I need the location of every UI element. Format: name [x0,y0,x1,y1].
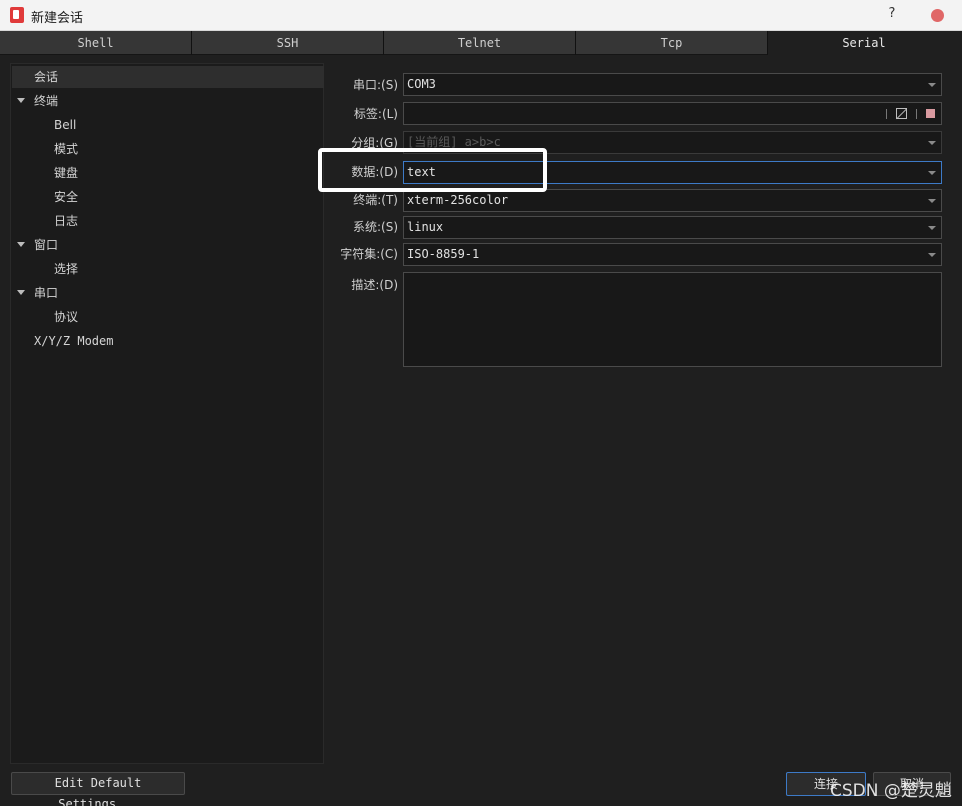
edit-default-settings-button[interactable]: Edit Default Settings... [11,772,185,806]
new-session-dialog: Shell SSH Telnet Tcp Serial 会话 终端 Bell 模… [0,31,962,806]
tree-item-label: 键盘 [54,166,79,180]
description-textarea[interactable] [403,272,942,367]
window-title: 新建会话 [31,11,84,26]
chevron-down-icon [928,253,936,257]
chevron-down-icon [928,171,936,175]
highlight-box [318,148,547,192]
tree-item-label: 协议 [54,310,79,324]
tab-serial[interactable]: Serial [768,31,960,55]
tag-input[interactable] [403,102,942,125]
port-label: 串口:(S) [352,78,398,92]
tab-telnet[interactable]: Telnet [384,31,576,55]
tree-item-label: 日志 [54,214,79,228]
tab-ssh[interactable]: SSH [192,31,384,55]
tree-item-protocol[interactable]: 协议 [54,306,314,328]
separator [886,108,887,119]
charset-select[interactable]: ISO-8859-1 [403,243,942,266]
charset-label: 字符集:(C) [340,247,398,261]
expand-arrow-icon[interactable] [17,242,25,247]
help-button[interactable]: ? [884,6,900,24]
system-select[interactable]: linux [403,216,942,239]
protocol-tabs: Shell SSH Telnet Tcp Serial [0,31,962,55]
terminal-label: 终端:(T) [353,193,398,207]
chevron-down-icon [928,226,936,230]
terminal-select[interactable]: xterm-256color [403,189,942,212]
tree-item-log[interactable]: 日志 [54,210,314,232]
tag-label: 标签:(L) [353,107,398,121]
tree-item-label: 窗口 [34,238,59,252]
tree-item-serial[interactable]: 串口 [17,282,317,304]
color-swatch-icon[interactable] [926,109,935,118]
tree-item-terminal[interactable]: 终端 [17,90,317,112]
chevron-down-icon [928,199,936,203]
tree-item-label: 终端 [34,94,59,108]
expand-arrow-icon[interactable] [17,98,25,103]
tree-item-label: 安全 [54,190,79,204]
tree-item-xyz-modem[interactable]: X/Y/Z Modem [34,330,314,352]
separator [916,108,917,119]
tab-shell[interactable]: Shell [0,31,192,55]
close-button[interactable] [931,9,944,22]
tree-item-selection[interactable]: 选择 [54,258,314,280]
tree-item-security[interactable]: 安全 [54,186,314,208]
expand-arrow-icon[interactable] [17,290,25,295]
tree-item-label: X/Y/Z Modem [34,334,114,348]
tree-item-label: 串口 [34,286,59,300]
description-label: 描述:(D) [351,278,398,292]
port-select[interactable]: COM3 [403,73,942,96]
tree-item-session[interactable]: 会话 [12,66,324,88]
tree-item-label: 模式 [54,142,79,156]
tree-item-keyboard[interactable]: 键盘 [54,162,314,184]
tree-item-label: 选择 [54,262,79,276]
tree-item-bell[interactable]: Bell [54,114,314,136]
watermark: CSDN @楚灵魈 [830,781,952,801]
tab-tcp[interactable]: Tcp [576,31,768,55]
tree-item-label: Bell [54,118,77,132]
tag-tools [886,106,935,121]
clear-color-icon[interactable] [896,108,907,119]
chevron-down-icon [928,141,936,145]
title-bar: 新建会话 ? [0,0,962,31]
settings-tree: 会话 终端 Bell 模式 键盘 安全 日志 窗口 选择 串口 协议 X/Y/Z… [10,63,324,764]
tree-item-label: 会话 [34,70,59,84]
tree-item-mode[interactable]: 模式 [54,138,314,160]
chevron-down-icon [928,83,936,87]
system-label: 系统:(S) [352,220,398,234]
session-app-icon [10,7,24,23]
tree-item-window[interactable]: 窗口 [17,234,317,256]
